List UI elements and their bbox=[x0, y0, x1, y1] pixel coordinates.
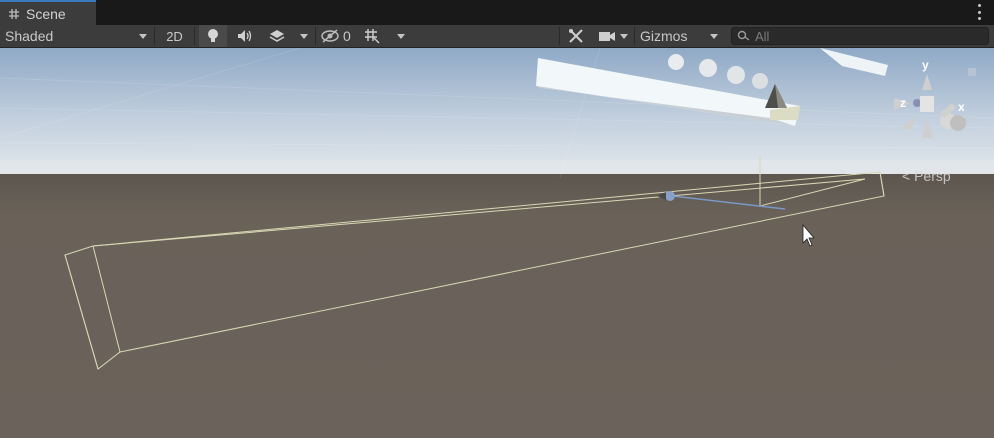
layers-icon bbox=[269, 30, 285, 42]
draw-mode-label: Shaded bbox=[5, 28, 54, 44]
divider bbox=[154, 27, 155, 45]
draw-mode-dropdown[interactable]: Shaded bbox=[0, 25, 152, 47]
audio-toggle-button[interactable] bbox=[231, 25, 259, 47]
hidden-objects-toggle[interactable]: 0 bbox=[318, 25, 356, 47]
ground-plane bbox=[0, 174, 994, 438]
2d-toggle-button[interactable]: 2D bbox=[157, 25, 192, 47]
scene-render bbox=[0, 48, 994, 438]
more-options-icon[interactable] bbox=[978, 4, 982, 20]
grid-icon bbox=[9, 8, 19, 19]
camera-gizmo[interactable] bbox=[665, 191, 675, 201]
lighting-toggle-button[interactable] bbox=[199, 25, 227, 47]
skybox bbox=[0, 48, 994, 178]
grid-snap-dropdown[interactable] bbox=[358, 25, 410, 47]
axis-x-label: x bbox=[958, 100, 965, 114]
divider bbox=[194, 27, 195, 45]
lock-icon[interactable] bbox=[968, 68, 976, 76]
eye-slash-icon bbox=[321, 29, 339, 43]
divider bbox=[315, 27, 316, 45]
scene-search[interactable] bbox=[731, 27, 989, 45]
axis-z-label: z bbox=[900, 96, 906, 110]
camera-settings-dropdown[interactable] bbox=[593, 25, 633, 47]
projection-label[interactable]: < Persp bbox=[902, 168, 951, 184]
gizmos-button[interactable]: Gizmos bbox=[636, 25, 700, 47]
tools-icon bbox=[569, 29, 583, 43]
tab-scene[interactable]: Scene bbox=[0, 0, 96, 25]
2d-label: 2D bbox=[166, 28, 183, 44]
gizmos-label: Gizmos bbox=[640, 28, 688, 44]
grid-snap-icon bbox=[365, 29, 380, 44]
tools-button[interactable] bbox=[562, 25, 590, 47]
divider bbox=[634, 27, 635, 45]
camera-icon bbox=[599, 32, 615, 41]
scene-viewport[interactable]: y z x < Persp bbox=[0, 48, 994, 438]
scene-toolbar: Shaded 2D 0 Gizmos All bbox=[0, 25, 994, 48]
search-input[interactable] bbox=[751, 28, 955, 44]
gizmos-dropdown-arrow[interactable] bbox=[701, 25, 723, 47]
divider bbox=[559, 27, 560, 45]
effects-dropdown[interactable] bbox=[263, 25, 313, 47]
search-icon bbox=[737, 30, 750, 41]
axis-y-label: y bbox=[922, 58, 929, 72]
hidden-count: 0 bbox=[343, 28, 351, 44]
tab-bar: Scene bbox=[0, 0, 994, 25]
lightbulb-icon bbox=[208, 29, 218, 42]
speaker-icon bbox=[238, 30, 252, 42]
tab-label: Scene bbox=[26, 5, 66, 22]
